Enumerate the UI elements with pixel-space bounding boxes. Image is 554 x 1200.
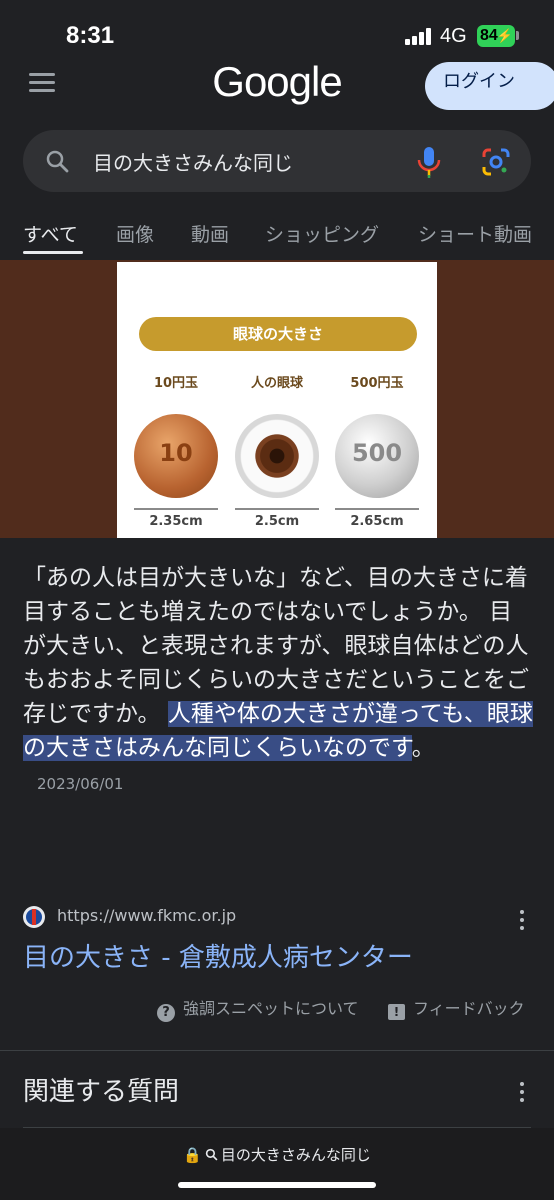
status-bar: 8:31 4G 84 ⚡ <box>0 0 554 66</box>
about-snippet-link[interactable]: ? 強調スニペットについて <box>157 995 359 1022</box>
search-input[interactable]: 目の大きさみんな同じ <box>93 147 293 176</box>
lock-icon: 🔒 <box>183 1146 202 1164</box>
five-hundred-yen-coin-image: 500 <box>335 414 419 498</box>
home-indicator[interactable] <box>178 1182 376 1188</box>
size-10yen: 2.35cm <box>149 514 203 529</box>
feedback-link[interactable]: ! フィードバック <box>388 995 525 1020</box>
search-box[interactable]: 目の大きさみんな同じ <box>23 130 531 192</box>
help-icon: ? <box>157 1004 175 1022</box>
ten-yen-coin-image: 10 <box>134 414 218 498</box>
coin-label-eye: 人の眼球 <box>250 376 303 391</box>
tab-all[interactable]: すべて <box>23 220 78 247</box>
size-500yen: 2.65cm <box>350 514 404 529</box>
size-eye: 2.5cm <box>254 514 300 529</box>
eyeball-image <box>235 414 319 498</box>
browser-address-bar[interactable]: 🔒 目の大きさみんな同じ <box>0 1128 554 1200</box>
result-more-icon[interactable] <box>519 910 525 932</box>
snippet-date: 2023/06/01 <box>37 775 124 793</box>
measure-line-10yen <box>134 508 218 510</box>
featured-snippet-text: 「あの人は目が大きいな」など、目の大きさに着目することも増えたのではないでしょう… <box>23 561 533 801</box>
snippet-tail: 。 <box>411 735 435 761</box>
coin-value-10: 10 <box>159 439 193 467</box>
tab-videos[interactable]: 動画 <box>191 220 229 247</box>
address-bar-url[interactable]: 🔒 目の大きさみんな同じ <box>0 1144 554 1165</box>
search-icon <box>205 1148 218 1161</box>
tab-shopping[interactable]: ショッピング <box>265 220 379 247</box>
google-lens-icon[interactable] <box>481 147 511 177</box>
signal-icon <box>405 27 433 45</box>
coin-label-500yen: 500円玉 <box>350 376 404 391</box>
coin-value-500: 500 <box>351 439 403 467</box>
search-icon <box>46 150 69 173</box>
battery-icon: 84 ⚡ <box>477 25 515 47</box>
status-time: 8:31 <box>66 22 115 49</box>
address-bar-text: 目の大きさみんな同じ <box>220 1146 371 1164</box>
site-favicon[interactable] <box>23 906 45 928</box>
battery-level: 84 <box>480 27 498 44</box>
tab-short-videos[interactable]: ショート動画 <box>418 220 532 247</box>
feedback-icon: ! <box>388 1004 405 1020</box>
featured-image-panel[interactable]: 眼球の大きさ 10円玉 人の眼球 500円玉 10 500 2.35cm 2.5… <box>0 260 554 538</box>
related-questions-title: 関連する質問 <box>23 1077 180 1107</box>
measure-line-500yen <box>335 508 419 510</box>
about-snippet-label: 強調スニペットについて <box>183 999 359 1018</box>
eyeball-size-infographic[interactable]: 眼球の大きさ 10円玉 人の眼球 500円玉 10 500 2.35cm 2.5… <box>117 262 437 538</box>
tab-images[interactable]: 画像 <box>116 220 154 247</box>
result-title-link[interactable]: 目の大きさ - 倉敷成人病センター <box>23 937 413 974</box>
active-tab-indicator <box>23 251 83 254</box>
microphone-icon[interactable] <box>415 145 443 179</box>
login-button[interactable]: ログイン <box>425 62 554 110</box>
measure-line-eye <box>235 508 319 510</box>
source-url[interactable]: https://www.fkmc.or.jp <box>57 906 236 925</box>
coin-label-10yen: 10円玉 <box>153 376 199 391</box>
network-type: 4G <box>440 25 467 47</box>
infographic-title: 眼球の大きさ <box>139 317 417 351</box>
battery-tip <box>516 31 519 40</box>
search-tabs: すべて 画像 動画 ショッピング ショート動画 <box>0 212 554 258</box>
feedback-label: フィードバック <box>413 999 525 1018</box>
related-more-icon[interactable] <box>519 1082 525 1104</box>
